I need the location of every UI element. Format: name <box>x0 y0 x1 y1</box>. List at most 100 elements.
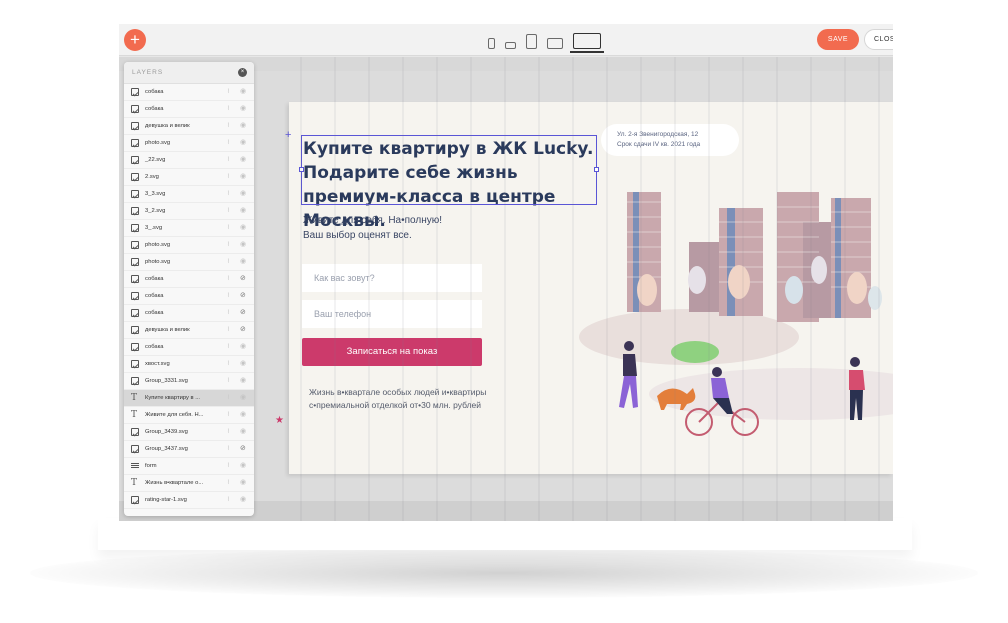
layer-row[interactable]: собака ⌇ ◉ <box>124 339 254 356</box>
layer-row[interactable]: T Купите квартиру в ... ⌇ ◉ <box>124 390 254 407</box>
lock-icon[interactable]: ⌇ <box>227 479 230 486</box>
image-layer-icon <box>131 445 139 453</box>
layer-row[interactable]: собака ⌇ ⊘ <box>124 271 254 288</box>
layer-row[interactable]: T Живите для себя. Н... ⌇ ◉ <box>124 407 254 424</box>
layer-label: 2.svg <box>145 174 159 180</box>
lock-icon[interactable]: ⌇ <box>227 292 230 299</box>
tablet-landscape-icon[interactable] <box>547 38 563 49</box>
eye-off-icon[interactable]: ⊘ <box>240 274 246 282</box>
lock-icon[interactable]: ⌇ <box>227 445 230 452</box>
layer-row[interactable]: photo.svg ⌇ ◉ <box>124 237 254 254</box>
layer-row[interactable]: хвост.svg ⌇ ◉ <box>124 356 254 373</box>
lock-icon[interactable]: ⌇ <box>227 258 230 265</box>
eye-icon[interactable]: ◉ <box>240 189 246 197</box>
lock-icon[interactable]: ⌇ <box>227 326 230 333</box>
eye-off-icon[interactable]: ⊘ <box>240 444 246 452</box>
lock-icon[interactable]: ⌇ <box>227 190 230 197</box>
lock-icon[interactable]: ⌇ <box>227 224 230 231</box>
eye-icon[interactable]: ◉ <box>240 342 246 350</box>
mobile-landscape-icon[interactable] <box>505 42 516 49</box>
resize-handle-left[interactable] <box>299 167 304 172</box>
mobile-portrait-icon[interactable] <box>488 38 495 49</box>
layer-row[interactable]: девушка и велик ⌇ ◉ <box>124 118 254 135</box>
eye-icon[interactable]: ◉ <box>240 461 246 469</box>
eye-off-icon[interactable]: ⊘ <box>240 325 246 333</box>
submit-button[interactable]: Записаться на показ <box>302 338 482 366</box>
lock-icon[interactable]: ⌇ <box>227 309 230 316</box>
layer-row[interactable]: 2.svg ⌇ ◉ <box>124 169 254 186</box>
eye-icon[interactable]: ◉ <box>240 427 246 435</box>
layer-label: собака <box>145 106 164 112</box>
layer-row[interactable]: собака ⌇ ⊘ <box>124 288 254 305</box>
layer-row[interactable]: form ⌇ ◉ <box>124 458 254 475</box>
layer-row[interactable]: собака ⌇ ⊘ <box>124 305 254 322</box>
eye-icon[interactable]: ◉ <box>240 478 246 486</box>
lock-icon[interactable]: ⌇ <box>227 241 230 248</box>
lock-icon[interactable]: ⌇ <box>227 122 230 129</box>
lock-icon[interactable]: ⌇ <box>227 105 230 112</box>
eye-icon[interactable]: ◉ <box>240 359 246 367</box>
eye-icon[interactable]: ◉ <box>240 104 246 112</box>
eye-icon[interactable]: ◉ <box>240 138 246 146</box>
eye-icon[interactable]: ◉ <box>240 155 246 163</box>
layer-row[interactable]: 3_.svg ⌇ ◉ <box>124 220 254 237</box>
layer-row[interactable]: собака ⌇ ◉ <box>124 84 254 101</box>
eye-icon[interactable]: ◉ <box>240 376 246 384</box>
save-button[interactable]: SAVE <box>817 29 859 50</box>
lock-icon[interactable]: ⌇ <box>227 411 230 418</box>
page-section[interactable]: Купите квартиру в ЖК Lucky. Подарите себ… <box>289 102 893 474</box>
subtitle-text[interactable]: Живите для себя. На•полную! Ваш выбор оц… <box>303 213 563 243</box>
eye-icon[interactable]: ◉ <box>240 87 246 95</box>
eye-icon[interactable]: ◉ <box>240 206 246 214</box>
eye-icon[interactable]: ◉ <box>240 410 246 418</box>
eye-icon[interactable]: ◉ <box>240 172 246 180</box>
city-illustration[interactable] <box>579 162 893 442</box>
note-text[interactable]: Жизнь в•квартале особых людей и•квартиры… <box>309 386 539 412</box>
name-input[interactable]: Как вас зовут? <box>302 264 482 292</box>
eye-icon[interactable]: ◉ <box>240 121 246 129</box>
crosshair-icon: + <box>285 129 292 141</box>
eye-icon[interactable]: ◉ <box>240 393 246 401</box>
desktop-icon[interactable] <box>570 33 604 53</box>
lock-icon[interactable]: ⌇ <box>227 173 230 180</box>
lock-icon[interactable]: ⌇ <box>227 394 230 401</box>
lock-icon[interactable]: ⌇ <box>227 496 230 503</box>
layer-row[interactable]: photo.svg ⌇ ◉ <box>124 254 254 271</box>
lock-icon[interactable]: ⌇ <box>227 343 230 350</box>
layer-row[interactable]: Group_3439.svg ⌇ ◉ <box>124 424 254 441</box>
lock-icon[interactable]: ⌇ <box>227 88 230 95</box>
lock-icon[interactable]: ⌇ <box>227 156 230 163</box>
phone-input[interactable]: Ваш телефон <box>302 300 482 328</box>
eye-icon[interactable]: ◉ <box>240 240 246 248</box>
layer-row[interactable]: _22.svg ⌇ ◉ <box>124 152 254 169</box>
tablet-portrait-icon[interactable] <box>526 34 537 49</box>
lock-icon[interactable]: ⌇ <box>227 462 230 469</box>
lock-icon[interactable]: ⌇ <box>227 207 230 214</box>
layer-row[interactable]: T Жизнь в•квартале о... ⌇ ◉ <box>124 475 254 492</box>
eye-off-icon[interactable]: ⊘ <box>240 291 246 299</box>
eye-icon[interactable]: ◉ <box>240 495 246 503</box>
close-icon[interactable]: × <box>238 68 247 77</box>
eye-icon[interactable]: ◉ <box>240 223 246 231</box>
lock-icon[interactable]: ⌇ <box>227 428 230 435</box>
lock-icon[interactable]: ⌇ <box>227 275 230 282</box>
layer-label: Group_3439.svg <box>145 429 188 435</box>
eye-icon[interactable]: ◉ <box>240 257 246 265</box>
layer-row[interactable]: собака ⌇ ◉ <box>124 101 254 118</box>
close-button[interactable]: CLOSE <box>864 29 893 50</box>
layer-row[interactable]: 3_3.svg ⌇ ◉ <box>124 186 254 203</box>
layer-row[interactable]: photo.svg ⌇ ◉ <box>124 135 254 152</box>
lock-icon[interactable]: ⌇ <box>227 139 230 146</box>
form-layer-icon <box>131 462 139 470</box>
lock-icon[interactable]: ⌇ <box>227 377 230 384</box>
layer-row[interactable]: rating-star-1.svg ⌇ ◉ <box>124 492 254 509</box>
eye-off-icon[interactable]: ⊘ <box>240 308 246 316</box>
layer-row[interactable]: 3_2.svg ⌇ ◉ <box>124 203 254 220</box>
layer-row[interactable]: Group_3331.svg ⌇ ◉ <box>124 373 254 390</box>
lock-icon[interactable]: ⌇ <box>227 360 230 367</box>
image-layer-icon <box>131 360 139 368</box>
layer-row[interactable]: Group_3437.svg ⌇ ⊘ <box>124 441 254 458</box>
address-badge[interactable]: Ул. 2-я Звенигородская, 12 Срок сдачи IV… <box>601 124 739 156</box>
layer-row[interactable]: девушка и велик ⌇ ⊘ <box>124 322 254 339</box>
add-element-button[interactable]: + <box>124 29 146 51</box>
